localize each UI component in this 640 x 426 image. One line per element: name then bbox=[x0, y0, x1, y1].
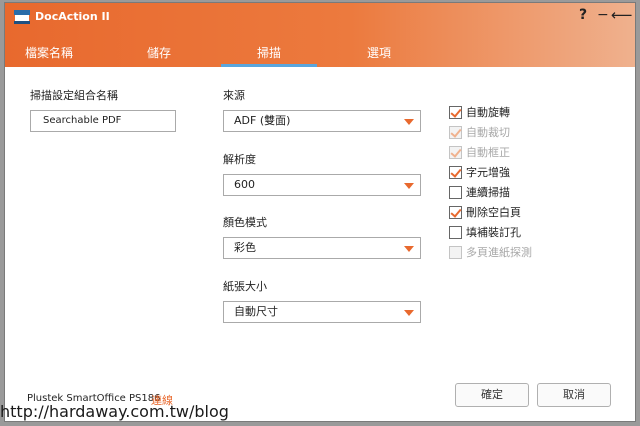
resolution-select[interactable]: 600 bbox=[223, 174, 421, 196]
option-auto-deskew: 自動框正 bbox=[449, 145, 619, 161]
chevron-down-icon bbox=[404, 310, 414, 316]
cancel-button[interactable]: 取消 bbox=[537, 383, 611, 407]
tab-scan[interactable]: 掃描 bbox=[221, 43, 317, 67]
minimize-icon[interactable]: − bbox=[597, 7, 609, 23]
resolution-value: 600 bbox=[234, 178, 255, 191]
tab-options[interactable]: 選項 bbox=[331, 43, 427, 67]
tab-save[interactable]: 儲存 bbox=[111, 43, 207, 67]
scanner-app-icon bbox=[14, 10, 30, 24]
option-auto-crop: 自動裁切 bbox=[449, 125, 619, 141]
blog-watermark: http://hardaway.com.tw/blog bbox=[0, 402, 229, 421]
profile-name-field[interactable]: Searchable PDF bbox=[30, 110, 176, 132]
unchecked-checkbox-icon[interactable] bbox=[449, 226, 462, 239]
option-label: 多頁進紙探測 bbox=[466, 246, 532, 259]
option-label: 自動框正 bbox=[466, 146, 510, 159]
tab-filename[interactable]: 檔案名稱 bbox=[5, 43, 97, 67]
option-text-enhance[interactable]: 字元增強 bbox=[449, 165, 619, 181]
option-label: 自動旋轉 bbox=[466, 106, 510, 119]
source-label: 來源 bbox=[223, 89, 245, 102]
color-mode-value: 彩色 bbox=[234, 241, 256, 254]
title-bar: DocAction II ? − ⟵ 檔案名稱 儲存 掃描 選項 bbox=[5, 3, 635, 67]
option-label: 填補裝訂孔 bbox=[466, 226, 521, 239]
checked-checkbox-icon[interactable] bbox=[449, 206, 462, 219]
checked-checkbox-icon[interactable] bbox=[449, 106, 462, 119]
chevron-down-icon bbox=[404, 119, 414, 125]
chevron-down-icon bbox=[404, 183, 414, 189]
unchecked-checkbox-icon[interactable] bbox=[449, 186, 462, 199]
option-label: 刪除空白頁 bbox=[466, 206, 521, 219]
paper-size-value: 自動尺寸 bbox=[234, 305, 278, 318]
scan-settings-panel: 掃描設定組合名稱 Searchable PDF 來源 ADF (雙面) 解析度 … bbox=[5, 67, 635, 421]
app-title: DocAction II bbox=[35, 10, 110, 23]
checked-checkbox-icon[interactable] bbox=[449, 166, 462, 179]
checked-checkbox-icon bbox=[449, 146, 462, 159]
color-mode-select[interactable]: 彩色 bbox=[223, 237, 421, 259]
back-arrow-icon[interactable]: ⟵ bbox=[611, 7, 633, 23]
tab-bar: 檔案名稱 儲存 掃描 選項 bbox=[5, 41, 635, 67]
resolution-label: 解析度 bbox=[223, 153, 256, 166]
paper-size-label: 紙張大小 bbox=[223, 280, 267, 293]
docaction-window: DocAction II ? − ⟵ 檔案名稱 儲存 掃描 選項 掃描設定組合名… bbox=[4, 2, 636, 422]
option-continuous-scan[interactable]: 連續掃描 bbox=[449, 185, 619, 201]
option-remove-blank-page[interactable]: 刪除空白頁 bbox=[449, 205, 619, 221]
option-fill-punch-holes[interactable]: 填補裝訂孔 bbox=[449, 225, 619, 241]
option-multifeed-detection: 多頁進紙探測 bbox=[449, 245, 619, 261]
color-mode-label: 顏色模式 bbox=[223, 216, 267, 229]
profile-name-label: 掃描設定組合名稱 bbox=[30, 89, 118, 102]
checked-checkbox-icon bbox=[449, 126, 462, 139]
source-select[interactable]: ADF (雙面) bbox=[223, 110, 421, 132]
option-auto-rotate[interactable]: 自動旋轉 bbox=[449, 105, 619, 121]
option-label: 字元增強 bbox=[466, 166, 510, 179]
option-label: 連續掃描 bbox=[466, 186, 510, 199]
help-icon[interactable]: ? bbox=[579, 7, 587, 23]
paper-size-select[interactable]: 自動尺寸 bbox=[223, 301, 421, 323]
unchecked-checkbox-icon bbox=[449, 246, 462, 259]
option-label: 自動裁切 bbox=[466, 126, 510, 139]
ok-button[interactable]: 確定 bbox=[455, 383, 529, 407]
chevron-down-icon bbox=[404, 246, 414, 252]
source-value: ADF (雙面) bbox=[234, 114, 291, 127]
